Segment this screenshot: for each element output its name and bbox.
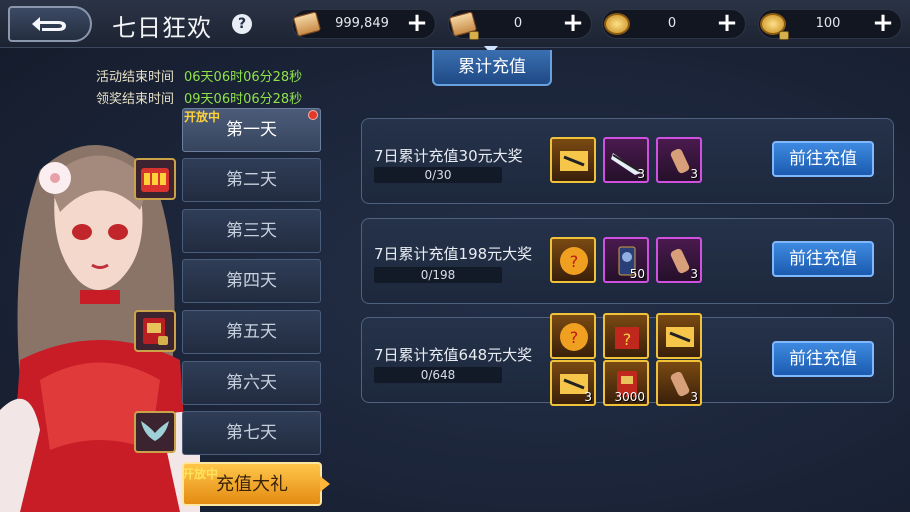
- item-count: 3000: [614, 390, 645, 404]
- arrow-right-icon: [320, 476, 330, 492]
- top-bar: 七日狂欢 ? 999,849 + 0 + 0 + 100 +: [0, 0, 910, 48]
- claim-end-value: 09天06时06分28秒: [184, 92, 303, 107]
- activity-end-label: 活动结束时间: [96, 70, 175, 85]
- activity-end-time: 活动结束时间 06天06时06分28秒: [96, 66, 302, 85]
- resource-value: 0: [667, 16, 677, 31]
- day-tab-3[interactable]: 第三天: [182, 209, 321, 253]
- notification-dot-icon: [308, 110, 318, 120]
- resource-coin: 0 +: [602, 9, 746, 39]
- go-recharge-button[interactable]: 前往充值: [772, 341, 874, 377]
- activity-end-value: 06天06时06分28秒: [184, 70, 303, 85]
- svg-text:?: ?: [570, 252, 579, 271]
- resource-value: 100: [815, 16, 841, 31]
- progress-bar: 0/30: [374, 167, 502, 183]
- resource-locked-scroll: 0 +: [445, 6, 592, 42]
- locked-book-reward-icon[interactable]: [134, 310, 176, 352]
- hero-card-icon[interactable]: 50: [603, 237, 649, 283]
- coin-icon: [599, 6, 635, 42]
- mystery-chest-icon[interactable]: ?: [603, 313, 649, 359]
- gauntlet-icon[interactable]: 3: [656, 360, 702, 406]
- ticket-icon[interactable]: 3: [550, 360, 596, 406]
- gauntlet-icon[interactable]: 3: [656, 237, 702, 283]
- open-badge: 开放中: [184, 110, 221, 124]
- claim-end-time: 领奖结束时间 09天06时06分28秒: [96, 88, 302, 107]
- item-count: 3: [637, 167, 645, 181]
- locked-coin-icon: [755, 6, 791, 42]
- item-count: 3: [690, 267, 698, 281]
- open-badge: 开放中: [182, 467, 219, 481]
- back-arrow-icon: [32, 17, 66, 31]
- resource-value: 999,849: [335, 16, 389, 31]
- blade-icon[interactable]: 3: [603, 137, 649, 183]
- page-title: 七日狂欢: [112, 14, 212, 42]
- ticket-icon[interactable]: [656, 313, 702, 359]
- go-recharge-button[interactable]: 前往充值: [772, 241, 874, 277]
- back-button[interactable]: [8, 6, 92, 42]
- claim-end-label: 领奖结束时间: [96, 92, 175, 107]
- gauntlet-icon[interactable]: 3: [656, 137, 702, 183]
- add-icon[interactable]: +: [405, 10, 429, 36]
- day-tab-2[interactable]: 第二天: [182, 158, 321, 202]
- wings-reward-icon[interactable]: [134, 411, 176, 453]
- reward-title: 7日累计充值198元大奖: [374, 245, 533, 263]
- day-tab-6[interactable]: 第六天: [182, 361, 321, 405]
- go-recharge-button[interactable]: 前往充值: [772, 141, 874, 177]
- help-icon[interactable]: ?: [232, 14, 252, 34]
- item-count: 3: [584, 390, 592, 404]
- red-book-icon[interactable]: 3000: [603, 360, 649, 406]
- tab-cumulative-recharge[interactable]: 累计充值: [432, 50, 552, 86]
- svg-text:?: ?: [570, 328, 579, 347]
- progress-bar: 0/198: [374, 267, 502, 283]
- item-count: 50: [629, 267, 645, 281]
- day-tab-4[interactable]: 第四天: [182, 259, 321, 303]
- mystery-orb-icon[interactable]: ?: [550, 313, 596, 359]
- slot-machine-reward-icon[interactable]: [134, 158, 176, 200]
- item-count: 3: [690, 167, 698, 181]
- add-icon[interactable]: +: [871, 10, 895, 36]
- add-icon[interactable]: +: [715, 10, 739, 36]
- ticket-icon[interactable]: [550, 137, 596, 183]
- mystery-orb-icon[interactable]: ?: [550, 237, 596, 283]
- add-icon[interactable]: +: [561, 10, 585, 36]
- progress-bar: 0/648: [374, 367, 502, 383]
- day-tab-5[interactable]: 第五天: [182, 310, 321, 354]
- resource-locked-coin: 100 +: [755, 6, 902, 42]
- scroll-icon: [289, 6, 325, 42]
- item-count: 3: [690, 390, 698, 404]
- day-tab-7[interactable]: 第七天: [182, 411, 321, 455]
- locked-scroll-icon: [445, 6, 481, 42]
- reward-title: 7日累计充值30元大奖: [374, 147, 523, 165]
- reward-title: 7日累计充值648元大奖: [374, 346, 533, 364]
- svg-text:?: ?: [623, 330, 632, 349]
- resource-value: 0: [513, 16, 523, 31]
- resource-scroll: 999,849 +: [292, 9, 436, 39]
